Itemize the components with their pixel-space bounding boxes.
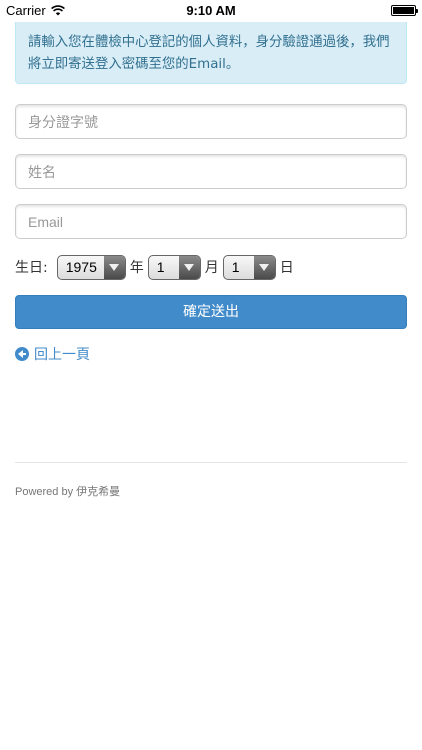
birth-day-select[interactable]: 1 <box>222 254 276 280</box>
birth-year-value: 1975 <box>65 259 97 275</box>
id-number-input[interactable] <box>15 104 407 139</box>
day-unit: 日 <box>279 260 294 276</box>
status-bar: Carrier 9:10 AM <box>0 0 422 22</box>
birthday-label: 生日: <box>15 260 48 276</box>
footer-divider <box>15 462 407 463</box>
status-time: 9:10 AM <box>186 3 236 18</box>
email-input[interactable] <box>15 204 407 239</box>
birth-month-select[interactable]: 1 <box>147 254 201 280</box>
chevron-down-icon <box>178 255 200 279</box>
back-link-label: 回上一頁 <box>34 347 90 363</box>
back-link[interactable]: 回上一頁 <box>15 345 90 363</box>
chevron-down-icon <box>103 255 125 279</box>
footer-text: Powered by 伊克希曼 <box>15 486 121 498</box>
birth-year-select[interactable]: 1975 <box>56 254 126 280</box>
info-alert: 請輸入您在體檢中心登記的個人資料，身分驗證通過後，我們將立即寄送登入密碼至您的E… <box>15 22 407 84</box>
chevron-down-icon <box>253 255 275 279</box>
birth-day-value: 1 <box>231 259 240 275</box>
battery-icon <box>391 5 418 16</box>
birth-month-value: 1 <box>156 259 165 275</box>
birthday-row: 生日: 1975 年 1 月 1 日 <box>15 254 298 280</box>
month-unit: 月 <box>204 260 219 276</box>
submit-button[interactable]: 確定送出 <box>15 295 407 329</box>
circle-arrow-left-icon <box>15 347 29 361</box>
name-input[interactable] <box>15 154 407 189</box>
year-unit: 年 <box>129 260 144 276</box>
